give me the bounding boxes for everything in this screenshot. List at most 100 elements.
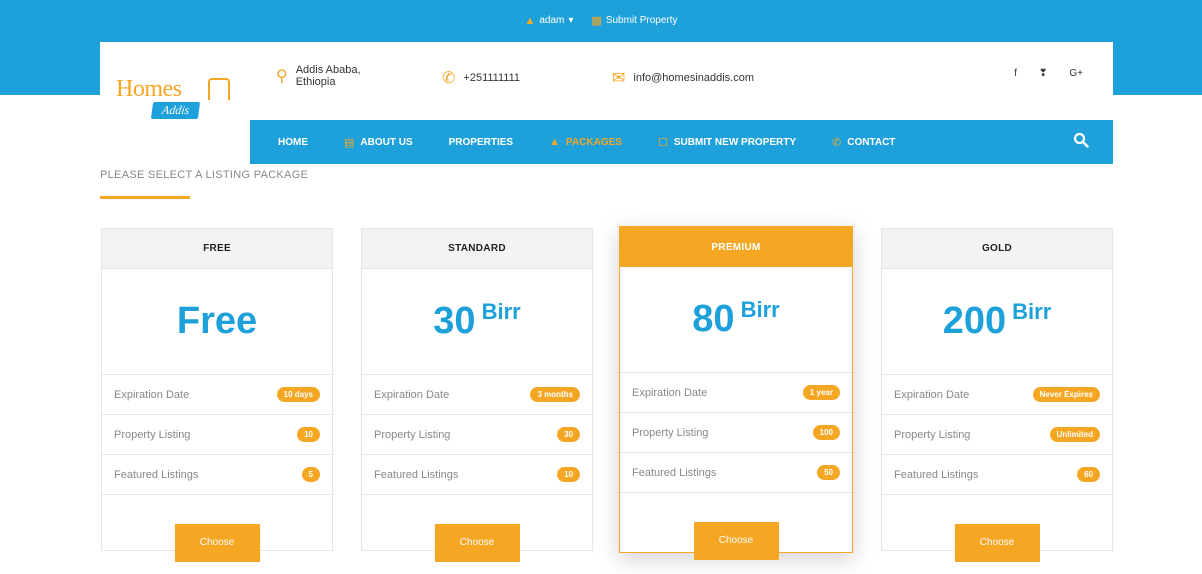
listing-badge: 10 bbox=[297, 427, 320, 442]
social-links: f ❣ G+ bbox=[1014, 68, 1083, 79]
expiration-badge: 1 year bbox=[802, 385, 840, 400]
price-unit: Birr bbox=[740, 297, 780, 322]
featured-row: Featured Listings 5 bbox=[102, 455, 332, 495]
logo-sub-text: Addis bbox=[150, 102, 201, 119]
listing-badge: Unlimited bbox=[1049, 427, 1100, 442]
featured-row: Featured Listings 60 bbox=[882, 455, 1112, 495]
address-line1: Addis Ababa, bbox=[295, 64, 361, 76]
listing-badge: 100 bbox=[812, 425, 840, 440]
expiration-row: Expiration Date 1 year bbox=[620, 373, 852, 413]
price-value: 80 bbox=[692, 298, 735, 340]
row-label: Property Listing bbox=[374, 428, 451, 441]
listing-row: Property Listing 10 bbox=[102, 415, 332, 455]
row-label: Featured Listings bbox=[894, 468, 979, 481]
listing-badge: 30 bbox=[557, 427, 580, 442]
package-name: GOLD bbox=[882, 229, 1112, 269]
address-line2: Ethiopia bbox=[295, 76, 336, 88]
price-value: 30 bbox=[433, 300, 476, 342]
listing-row: Property Listing 30 bbox=[362, 415, 592, 455]
row-label: Expiration Date bbox=[114, 388, 190, 401]
package-name: FREE bbox=[102, 229, 332, 269]
edit-icon: ☐ bbox=[657, 136, 668, 149]
price-unit: Birr bbox=[481, 299, 521, 324]
phone-number[interactable]: +251111111 bbox=[463, 72, 520, 84]
nav-label: CONTACT bbox=[847, 136, 896, 148]
package-price: 80 Birr bbox=[620, 267, 852, 373]
row-label: Featured Listings bbox=[374, 468, 459, 481]
building-icon: ▩ bbox=[591, 15, 602, 27]
package-card-standard: STANDARD 30 Birr Expiration Date 3 month… bbox=[361, 228, 593, 562]
featured-badge: 50 bbox=[817, 465, 840, 480]
expiration-badge: Never Expires bbox=[1032, 387, 1100, 402]
featured-row: Featured Listings 50 bbox=[620, 453, 852, 493]
package-card-gold: GOLD 200 Birr Expiration Date Never Expi… bbox=[881, 228, 1113, 562]
user-icon: ▲ bbox=[524, 14, 536, 27]
main-nav: HOME ▤ ABOUT US PROPERTIES ▲ PACKAGES ☐ … bbox=[250, 120, 1113, 164]
nav-item-properties[interactable]: PROPERTIES bbox=[449, 137, 513, 148]
nav-label: PROPERTIES bbox=[448, 136, 514, 148]
package-price: 30 Birr bbox=[362, 269, 592, 375]
price-value: Free bbox=[176, 300, 258, 342]
featured-row: Featured Listings 10 bbox=[362, 455, 592, 495]
title-underline bbox=[100, 196, 190, 199]
row-label: Property Listing bbox=[114, 428, 191, 441]
email-info: ✉ info@homesinaddis.com bbox=[612, 68, 754, 88]
phone-icon: ✆ bbox=[442, 70, 456, 87]
logo-main-text: Homes bbox=[116, 76, 182, 102]
user-name: adam bbox=[539, 15, 565, 26]
row-label: Expiration Date bbox=[374, 388, 450, 401]
expiration-row: Expiration Date 3 months bbox=[362, 375, 592, 415]
envelope-icon: ✉ bbox=[612, 70, 626, 87]
submit-property-label: Submit Property bbox=[605, 15, 678, 26]
email-address[interactable]: info@homesinaddis.com bbox=[633, 72, 754, 84]
choose-button[interactable]: Choose bbox=[693, 521, 779, 560]
expiration-row: Expiration Date Never Expires bbox=[882, 375, 1112, 415]
expiration-badge: 3 months bbox=[530, 387, 580, 402]
facebook-icon[interactable]: f bbox=[1014, 68, 1017, 79]
row-label: Property Listing bbox=[632, 426, 709, 439]
phone-icon: ✆ bbox=[832, 136, 842, 149]
nav-item-home[interactable]: HOME bbox=[278, 137, 308, 148]
page-title: PLEASE SELECT A LISTING PACKAGE bbox=[100, 169, 309, 181]
button-area: Choose bbox=[882, 495, 1112, 574]
featured-badge: 60 bbox=[1077, 467, 1100, 482]
packages-icon: ▲ bbox=[549, 136, 560, 148]
chevron-down-icon: ▾ bbox=[568, 15, 574, 26]
choose-button[interactable]: Choose bbox=[174, 523, 260, 562]
package-card-premium: PREMIUM 80 Birr Expiration Date 1 year P… bbox=[619, 226, 853, 560]
package-card-free: FREE Free Expiration Date 10 days Proper… bbox=[101, 228, 333, 562]
button-area: Choose bbox=[102, 495, 332, 574]
info-icon: ▤ bbox=[344, 136, 355, 149]
site-logo[interactable]: Homes Addis bbox=[116, 76, 236, 126]
price-unit: Birr bbox=[1012, 299, 1052, 324]
submit-property-link[interactable]: ▩ Submit Property bbox=[591, 14, 677, 27]
user-menu[interactable]: ▲ adam ▾ bbox=[524, 14, 573, 27]
nav-item-packages[interactable]: ▲ PACKAGES bbox=[549, 136, 622, 148]
nav-item-submit-property[interactable]: ☐ SUBMIT NEW PROPERTY bbox=[658, 136, 796, 149]
choose-button[interactable]: Choose bbox=[434, 523, 520, 562]
house-icon bbox=[208, 78, 230, 100]
nav-item-about[interactable]: ▤ ABOUT US bbox=[344, 136, 413, 149]
search-icon[interactable] bbox=[1073, 132, 1089, 148]
featured-badge: 10 bbox=[557, 467, 580, 482]
nav-item-contact[interactable]: ✆ CONTACT bbox=[832, 136, 895, 149]
button-area: Choose bbox=[620, 493, 852, 574]
package-price: Free bbox=[102, 269, 332, 375]
package-name: PREMIUM bbox=[620, 227, 852, 267]
price-value: 200 bbox=[942, 300, 1007, 342]
choose-button[interactable]: Choose bbox=[954, 523, 1040, 562]
google-plus-icon[interactable]: G+ bbox=[1069, 68, 1083, 79]
row-label: Expiration Date bbox=[632, 386, 708, 399]
nav-label: SUBMIT NEW PROPERTY bbox=[673, 136, 797, 148]
featured-badge: 5 bbox=[301, 467, 320, 482]
row-label: Property Listing bbox=[894, 428, 971, 441]
row-label: Featured Listings bbox=[632, 466, 717, 479]
expiration-row: Expiration Date 10 days bbox=[102, 375, 332, 415]
listing-row: Property Listing Unlimited bbox=[882, 415, 1112, 455]
nav-label: PACKAGES bbox=[566, 136, 622, 148]
package-name: STANDARD bbox=[362, 229, 592, 269]
map-pin-icon: ⚲ bbox=[276, 68, 288, 85]
package-price: 200 Birr bbox=[882, 269, 1112, 375]
expiration-badge: 10 days bbox=[276, 387, 320, 402]
twitter-icon[interactable]: ❣ bbox=[1039, 68, 1047, 79]
